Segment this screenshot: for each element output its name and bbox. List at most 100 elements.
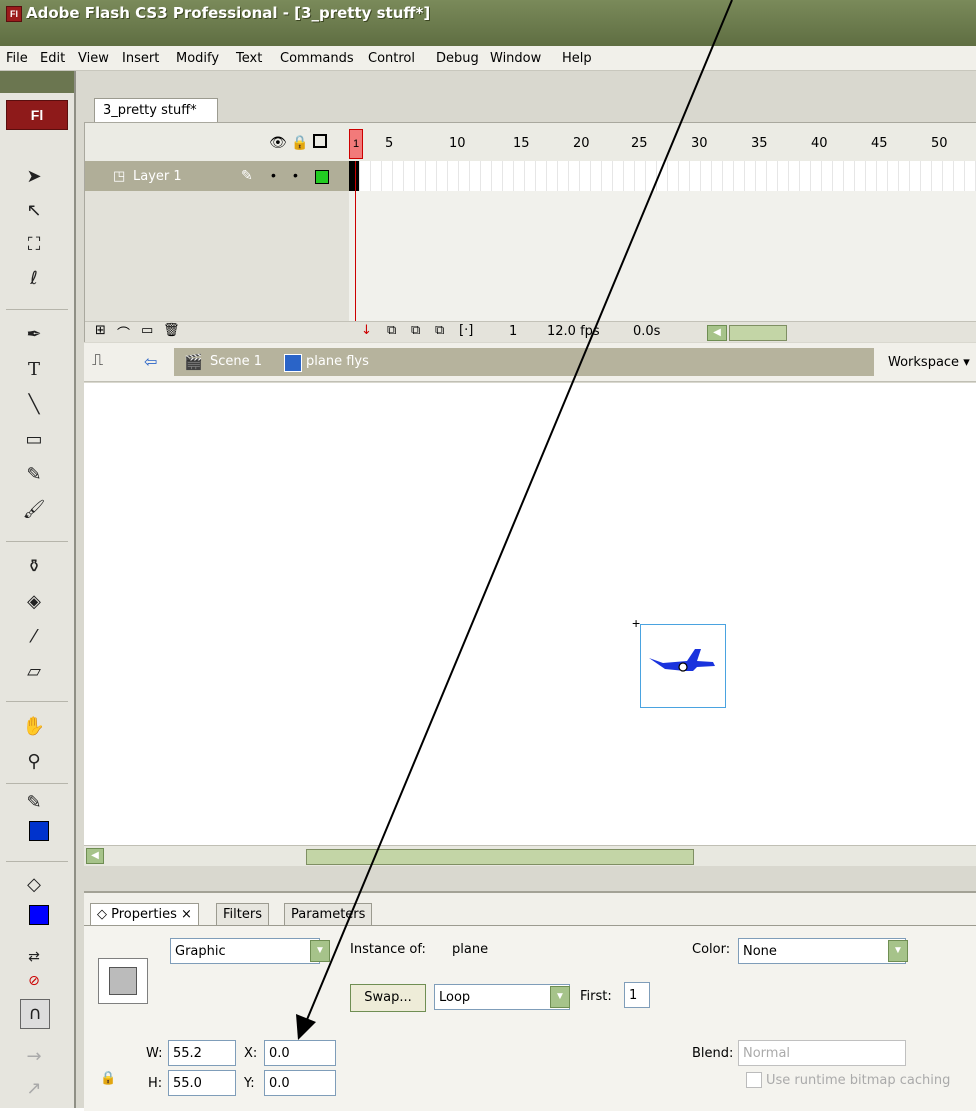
scroll-left-icon[interactable]: ◀ (86, 848, 104, 864)
insert-folder-icon[interactable]: ▭ (141, 323, 153, 338)
menu-window[interactable]: Window (490, 51, 541, 66)
tab-properties[interactable]: ◇ Properties × (90, 903, 199, 926)
pencil-tool-icon[interactable]: ✎ (20, 461, 48, 489)
breadcrumb-scene[interactable]: Scene 1 (210, 354, 262, 369)
lock-dot-icon[interactable]: • (293, 167, 298, 183)
tools-panel-header[interactable] (0, 71, 74, 93)
center-frame-icon[interactable]: ↓ (361, 323, 372, 338)
lock-proportions-icon[interactable]: 🔒 (100, 1070, 116, 1086)
menu-commands[interactable]: Commands (280, 51, 354, 66)
layer-outline-color-icon[interactable] (315, 170, 329, 184)
onion-skin-outlines-icon[interactable]: ⧉ (411, 323, 420, 338)
menu-control[interactable]: Control (368, 51, 415, 66)
free-transform-tool-icon[interactable]: ⛶ (20, 231, 48, 259)
onion-skin-icon[interactable]: ⧉ (387, 323, 396, 338)
chevron-down-icon[interactable]: ▼ (310, 940, 330, 962)
document-tab[interactable]: 3_pretty stuff* (94, 98, 218, 122)
first-frame-input[interactable]: 1 (624, 982, 650, 1008)
edit-multiple-frames-icon[interactable]: ⧉ (435, 323, 444, 338)
width-input[interactable]: 55.2 (168, 1040, 236, 1066)
timeline-toggle-icon[interactable]: ⎍ (92, 352, 103, 370)
visibility-dot-icon[interactable]: • (271, 167, 276, 183)
back-arrow-icon[interactable]: ⇦ (144, 352, 157, 372)
lasso-tool-icon[interactable]: ℓ (20, 265, 48, 293)
fill-color-bucket-icon: ◇ (27, 874, 41, 895)
modify-onion-markers-icon[interactable]: [·] (459, 323, 473, 338)
frames-row[interactable] (349, 161, 976, 191)
tools-panel: Fl ➤ ↖ ⛶ ℓ ✒ T ╲ ▭ ✎ 🖌 ⚱ ◈ ⁄ ▱ ✋ ⚲ ✎ ◇ ⇄… (0, 71, 76, 1108)
menu-text[interactable]: Text (236, 51, 262, 66)
timeline-scroll-left-icon[interactable]: ◀ (707, 325, 727, 341)
tab-filters[interactable]: Filters (216, 903, 269, 926)
add-motion-guide-icon[interactable]: ⌒ (117, 323, 130, 342)
menu-insert[interactable]: Insert (122, 51, 159, 66)
tool-separator (6, 309, 68, 310)
fill-color-swatch[interactable] (29, 905, 49, 925)
tab-parameters[interactable]: Parameters (284, 903, 373, 926)
frame-number: 30 (691, 136, 708, 151)
x-input[interactable]: 0.0 (264, 1040, 336, 1066)
chevron-down-icon[interactable]: ▼ (550, 986, 570, 1008)
plane-instance[interactable] (640, 624, 726, 708)
snap-to-objects-icon[interactable]: ∩ (20, 999, 50, 1029)
blend-select[interactable]: Normal (738, 1040, 906, 1066)
menu-bar: File Edit View Insert Modify Text Comman… (0, 46, 976, 71)
layer-name: Layer 1 (133, 169, 182, 184)
layer-icon: ◳ (113, 168, 126, 183)
height-input[interactable]: 55.0 (168, 1070, 236, 1096)
outline-icon[interactable] (313, 134, 327, 148)
ink-bottle-tool-icon[interactable]: ⚱ (20, 553, 48, 581)
frame-number: 20 (573, 136, 590, 151)
straighten-icon[interactable]: ↗ (20, 1075, 48, 1103)
chevron-down-icon[interactable]: ▼ (888, 940, 908, 962)
symbol-type-value: Graphic (175, 944, 226, 959)
delete-layer-icon[interactable]: 🗑 (163, 323, 180, 338)
rectangle-tool-icon[interactable]: ▭ (20, 426, 48, 454)
layer-row[interactable]: ◳ Layer 1 ✎ • • (85, 161, 349, 191)
height-label: H: (148, 1076, 163, 1091)
subselection-tool-icon[interactable]: ↖ (20, 197, 48, 225)
smooth-icon[interactable]: → (20, 1043, 48, 1071)
text-tool-icon[interactable]: T (20, 356, 48, 384)
bitmap-caching-label: Use runtime bitmap caching (766, 1073, 951, 1088)
menu-debug[interactable]: Debug (436, 51, 479, 66)
stage-scroll-thumb[interactable] (306, 849, 694, 865)
lock-icon[interactable]: 🔒 (291, 134, 308, 151)
stroke-color-swatch[interactable] (29, 821, 49, 841)
eye-icon[interactable]: 👁 (269, 134, 287, 151)
stage[interactable]: + (84, 383, 976, 845)
menu-edit[interactable]: Edit (40, 51, 65, 66)
paint-bucket-tool-icon[interactable]: ◈ (20, 588, 48, 616)
eyedropper-tool-icon[interactable]: ⁄ (20, 623, 48, 651)
line-tool-icon[interactable]: ╲ (20, 391, 48, 419)
frame-rate: 12.0 fps (547, 324, 600, 339)
menu-view[interactable]: View (78, 51, 109, 66)
y-input[interactable]: 0.0 (264, 1070, 336, 1096)
symbol-type-select[interactable]: Graphic (170, 938, 320, 964)
menu-help[interactable]: Help (562, 51, 592, 66)
brush-tool-icon[interactable]: 🖌 (20, 496, 48, 524)
breadcrumb-symbol[interactable]: plane flys (306, 354, 369, 369)
loop-value: Loop (439, 990, 471, 1005)
stage-scrollbar[interactable]: ◀ (84, 845, 976, 866)
color-effect-select[interactable]: None (738, 938, 906, 964)
workspace-menu[interactable]: Workspace ▾ (888, 355, 970, 370)
bitmap-caching-checkbox[interactable] (746, 1072, 762, 1088)
selection-tool-icon[interactable]: ➤ (20, 163, 48, 191)
timeline-panel: 👁 🔒 1 5 10 15 20 25 30 35 40 45 50 ◳ Lay… (84, 122, 976, 342)
no-color-icon[interactable]: ⊘ (20, 967, 48, 995)
eraser-tool-icon[interactable]: ▱ (20, 658, 48, 686)
swap-button[interactable]: Swap... (350, 984, 426, 1012)
keyframe[interactable] (349, 161, 359, 191)
frame-number: 35 (751, 136, 768, 151)
zoom-tool-icon[interactable]: ⚲ (20, 748, 48, 776)
menu-modify[interactable]: Modify (176, 51, 219, 66)
menu-file[interactable]: File (6, 51, 28, 66)
scene-clapper-icon: 🎬 (184, 354, 203, 371)
hand-tool-icon[interactable]: ✋ (20, 713, 48, 741)
color-label: Color: (692, 942, 731, 957)
timeline-scroll-thumb[interactable] (729, 325, 787, 341)
playhead-marker[interactable]: 1 (349, 129, 363, 159)
pen-tool-icon[interactable]: ✒ (20, 321, 48, 349)
insert-layer-icon[interactable]: ⊞ (95, 323, 106, 338)
